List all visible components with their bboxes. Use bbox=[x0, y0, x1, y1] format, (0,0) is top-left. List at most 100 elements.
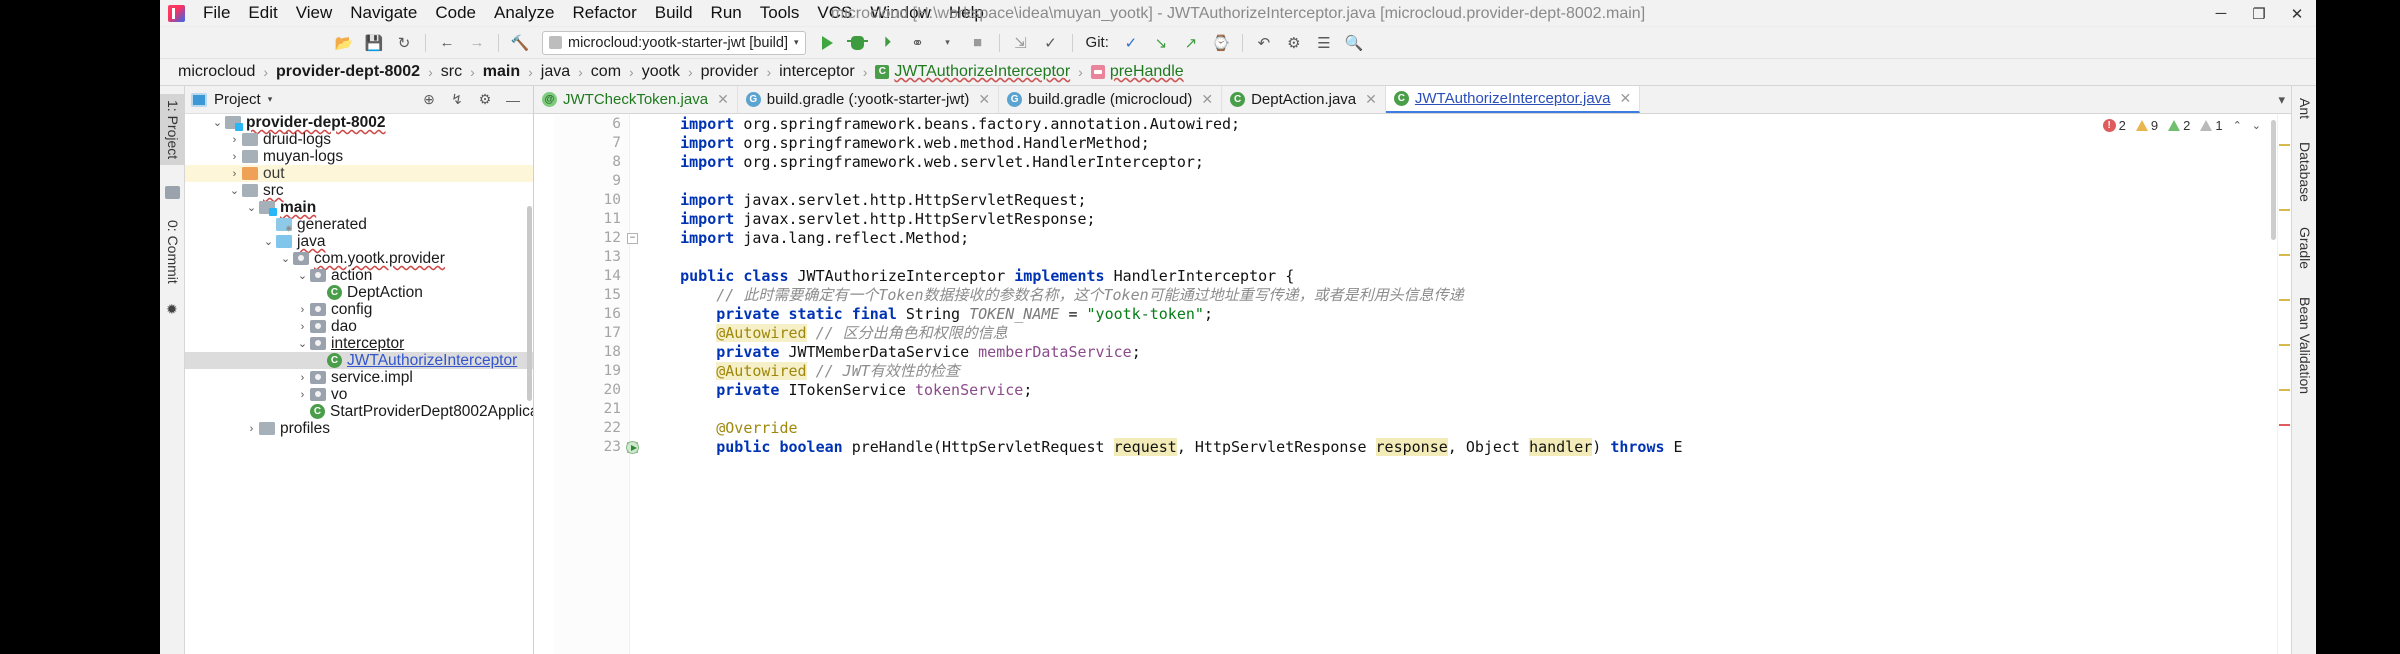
maximize-button[interactable]: ❐ bbox=[2240, 0, 2278, 27]
profiler-icon[interactable]: ⚭ bbox=[904, 30, 932, 56]
chevron-right-icon[interactable]: › bbox=[227, 151, 242, 163]
close-icon[interactable]: ✕ bbox=[1201, 91, 1213, 108]
error-marker-strip[interactable] bbox=[2271, 114, 2291, 654]
breadcrumb-item-src[interactable]: src bbox=[437, 62, 466, 82]
code-editor[interactable]: 6789101112−1314151617181920212223− impor… bbox=[534, 114, 2291, 654]
run-configuration-selector[interactable]: microcloud:yootk-starter-jwt [build] ▾ bbox=[542, 30, 806, 55]
menu-item-refactor[interactable]: Refactor bbox=[563, 1, 645, 25]
close-icon[interactable]: ✕ bbox=[1365, 91, 1377, 108]
save-icon[interactable]: 💾 bbox=[360, 30, 388, 56]
run-gutter-icon[interactable] bbox=[626, 441, 639, 454]
chevron-down-icon[interactable]: ⌄ bbox=[244, 201, 259, 214]
editor-tab-build-gradle-yootk-starter-jwt-[interactable]: Gbuild.gradle (:yootk-starter-jwt) ✕ bbox=[738, 86, 1000, 113]
chevron-right-icon[interactable]: › bbox=[295, 321, 310, 333]
stop-square-icon[interactable]: ■ bbox=[964, 30, 992, 56]
tree-node-config[interactable]: › config bbox=[185, 301, 533, 318]
close-icon[interactable]: ✕ bbox=[1620, 90, 1632, 107]
tree-node-main[interactable]: ⌄ main bbox=[185, 199, 533, 216]
menu-item-build[interactable]: Build bbox=[646, 1, 702, 25]
menu-item-file[interactable]: File bbox=[194, 1, 239, 25]
update-project-icon[interactable]: ⇲ bbox=[1007, 30, 1035, 56]
run-coverage-icon[interactable]: ⏵ bbox=[874, 30, 902, 56]
tree-node-druid-logs[interactable]: › druid-logs bbox=[185, 131, 533, 148]
tree-node-java[interactable]: ⌄ java bbox=[185, 233, 533, 250]
chevron-down-icon[interactable]: ▾ bbox=[934, 30, 962, 56]
tree-node-jwtauthorizeinterceptor[interactable]: C JWTAuthorizeInterceptor bbox=[185, 352, 533, 369]
editor-tab-jwtauthorizeinterceptor-java[interactable]: C JWTAuthorizeInterceptor.java ✕ bbox=[1385, 86, 1641, 113]
menu-item-view[interactable]: View bbox=[287, 1, 342, 25]
tree-node-com-yootk-provider[interactable]: ⌄ com.yootk.provider bbox=[185, 250, 533, 267]
minimize-button[interactable]: ─ bbox=[2202, 0, 2240, 27]
collapse-all-icon[interactable]: ⊕ bbox=[419, 90, 439, 110]
tree-node-muyan-logs[interactable]: › muyan-logs bbox=[185, 148, 533, 165]
run-play-icon[interactable] bbox=[814, 30, 842, 56]
tree-node-provider-dept-8002[interactable]: ⌄ provider-dept-8002 bbox=[185, 114, 533, 131]
debug-bug-icon[interactable] bbox=[844, 30, 872, 56]
prev-problem-icon[interactable]: ⌃ bbox=[2233, 119, 2242, 132]
editor-tab-build-gradle-microcloud-[interactable]: Gbuild.gradle (microcloud) ✕ bbox=[999, 86, 1223, 113]
build-hammer-icon[interactable]: 🔨 bbox=[506, 30, 534, 56]
project-panel-title[interactable]: Project ▾ bbox=[191, 91, 272, 108]
sidebar-item-gradle[interactable]: Gradle bbox=[2292, 221, 2316, 275]
chevron-down-icon[interactable]: ⌄ bbox=[295, 269, 310, 282]
breadcrumb-item-jwtauthorizeinterceptor[interactable]: C JWTAuthorizeInterceptor bbox=[871, 62, 1074, 82]
sync-refresh-icon[interactable]: ↻ bbox=[390, 30, 418, 56]
project-tree[interactable]: ⌄ provider-dept-8002 › druid-logs › muyan-log… bbox=[185, 114, 533, 654]
weak-warning-count[interactable]: 2 bbox=[2168, 118, 2190, 133]
breadcrumb-item-provider-dept-8002[interactable]: provider-dept-8002 bbox=[272, 62, 424, 82]
typo-count[interactable]: 1 bbox=[2200, 118, 2223, 133]
tree-node-generated[interactable]: generated bbox=[185, 216, 533, 235]
editor-scrollbar[interactable] bbox=[2271, 120, 2276, 240]
settings-gear-icon[interactable]: ⚙ bbox=[1280, 30, 1308, 56]
project-structure-icon[interactable]: ☰ bbox=[1310, 30, 1338, 56]
sidebar-item-database[interactable]: Database bbox=[2292, 136, 2316, 208]
sidebar-item-ant[interactable]: Ant bbox=[2292, 92, 2316, 125]
menu-item-edit[interactable]: Edit bbox=[239, 1, 286, 25]
tree-node-src[interactable]: ⌄ src bbox=[185, 182, 533, 199]
structure-icon[interactable] bbox=[165, 186, 180, 199]
hide-panel-icon[interactable]: — bbox=[503, 90, 523, 110]
project-tree-scrollbar[interactable] bbox=[527, 206, 532, 401]
chevron-down-icon[interactable]: ⌄ bbox=[210, 116, 225, 129]
menu-item-code[interactable]: Code bbox=[426, 1, 485, 25]
source-code[interactable]: import org.springframework.beans.factory… bbox=[630, 114, 2277, 654]
tree-node-service-impl[interactable]: › service.impl bbox=[185, 369, 533, 386]
breadcrumb-item-main[interactable]: main bbox=[479, 62, 524, 82]
settings-gear-icon[interactable]: ⚙ bbox=[475, 90, 495, 110]
breadcrumb-item-microcloud[interactable]: microcloud bbox=[174, 62, 259, 82]
chevron-down-icon[interactable]: ⌄ bbox=[278, 252, 293, 265]
menu-item-window[interactable]: Window bbox=[861, 1, 939, 25]
editor-tab-jwtchecktoken-java[interactable]: @ JWTCheckToken.java ✕ bbox=[534, 86, 738, 113]
sidebar-item-commit[interactable]: 0: Commit bbox=[160, 214, 185, 290]
close-button[interactable]: ✕ bbox=[2278, 0, 2316, 27]
git-update-check-icon[interactable]: ✓ bbox=[1117, 30, 1145, 56]
chevron-right-icon[interactable]: › bbox=[227, 168, 242, 180]
arrow-forward-icon[interactable]: → bbox=[463, 30, 491, 56]
close-icon[interactable]: ✕ bbox=[717, 91, 729, 108]
editor-tab-overflow[interactable]: ▾ bbox=[2272, 86, 2291, 113]
commit-icon[interactable]: ✓ bbox=[1037, 30, 1065, 56]
sidebar-item-project[interactable]: 1: Project bbox=[160, 94, 185, 166]
tree-node-profiles[interactable]: › profiles bbox=[185, 420, 533, 437]
breadcrumb-item-prehandle[interactable]: preHandle bbox=[1087, 62, 1188, 82]
breadcrumb-item-yootk[interactable]: yootk bbox=[638, 62, 684, 82]
undo-icon[interactable]: ↶ bbox=[1250, 30, 1278, 56]
chevron-right-icon[interactable]: › bbox=[295, 304, 310, 316]
next-problem-icon[interactable]: ⌄ bbox=[2252, 119, 2261, 132]
editor-tab-deptaction-java[interactable]: C DeptAction.java ✕ bbox=[1222, 86, 1386, 113]
chevron-down-icon[interactable]: ⌄ bbox=[227, 184, 242, 197]
tree-node-dao[interactable]: › dao bbox=[185, 318, 533, 335]
code-fold-icon[interactable]: − bbox=[627, 233, 638, 244]
tree-node-vo[interactable]: › vo bbox=[185, 386, 533, 403]
warning-count[interactable]: 9 bbox=[2135, 118, 2158, 133]
tree-node-interceptor[interactable]: ⌄ interceptor bbox=[185, 335, 533, 352]
open-folder-icon[interactable]: 📂 bbox=[330, 30, 358, 56]
chevron-down-icon[interactable]: ⌄ bbox=[295, 337, 310, 350]
breadcrumb-item-provider[interactable]: provider bbox=[697, 62, 763, 82]
expand-all-icon[interactable]: ↯ bbox=[447, 90, 467, 110]
menu-item-navigate[interactable]: Navigate bbox=[341, 1, 426, 25]
chevron-right-icon[interactable]: › bbox=[227, 134, 242, 146]
breadcrumb-item-interceptor[interactable]: interceptor bbox=[775, 62, 859, 82]
arrow-back-icon[interactable]: ← bbox=[433, 30, 461, 56]
menu-item-analyze[interactable]: Analyze bbox=[485, 1, 563, 25]
